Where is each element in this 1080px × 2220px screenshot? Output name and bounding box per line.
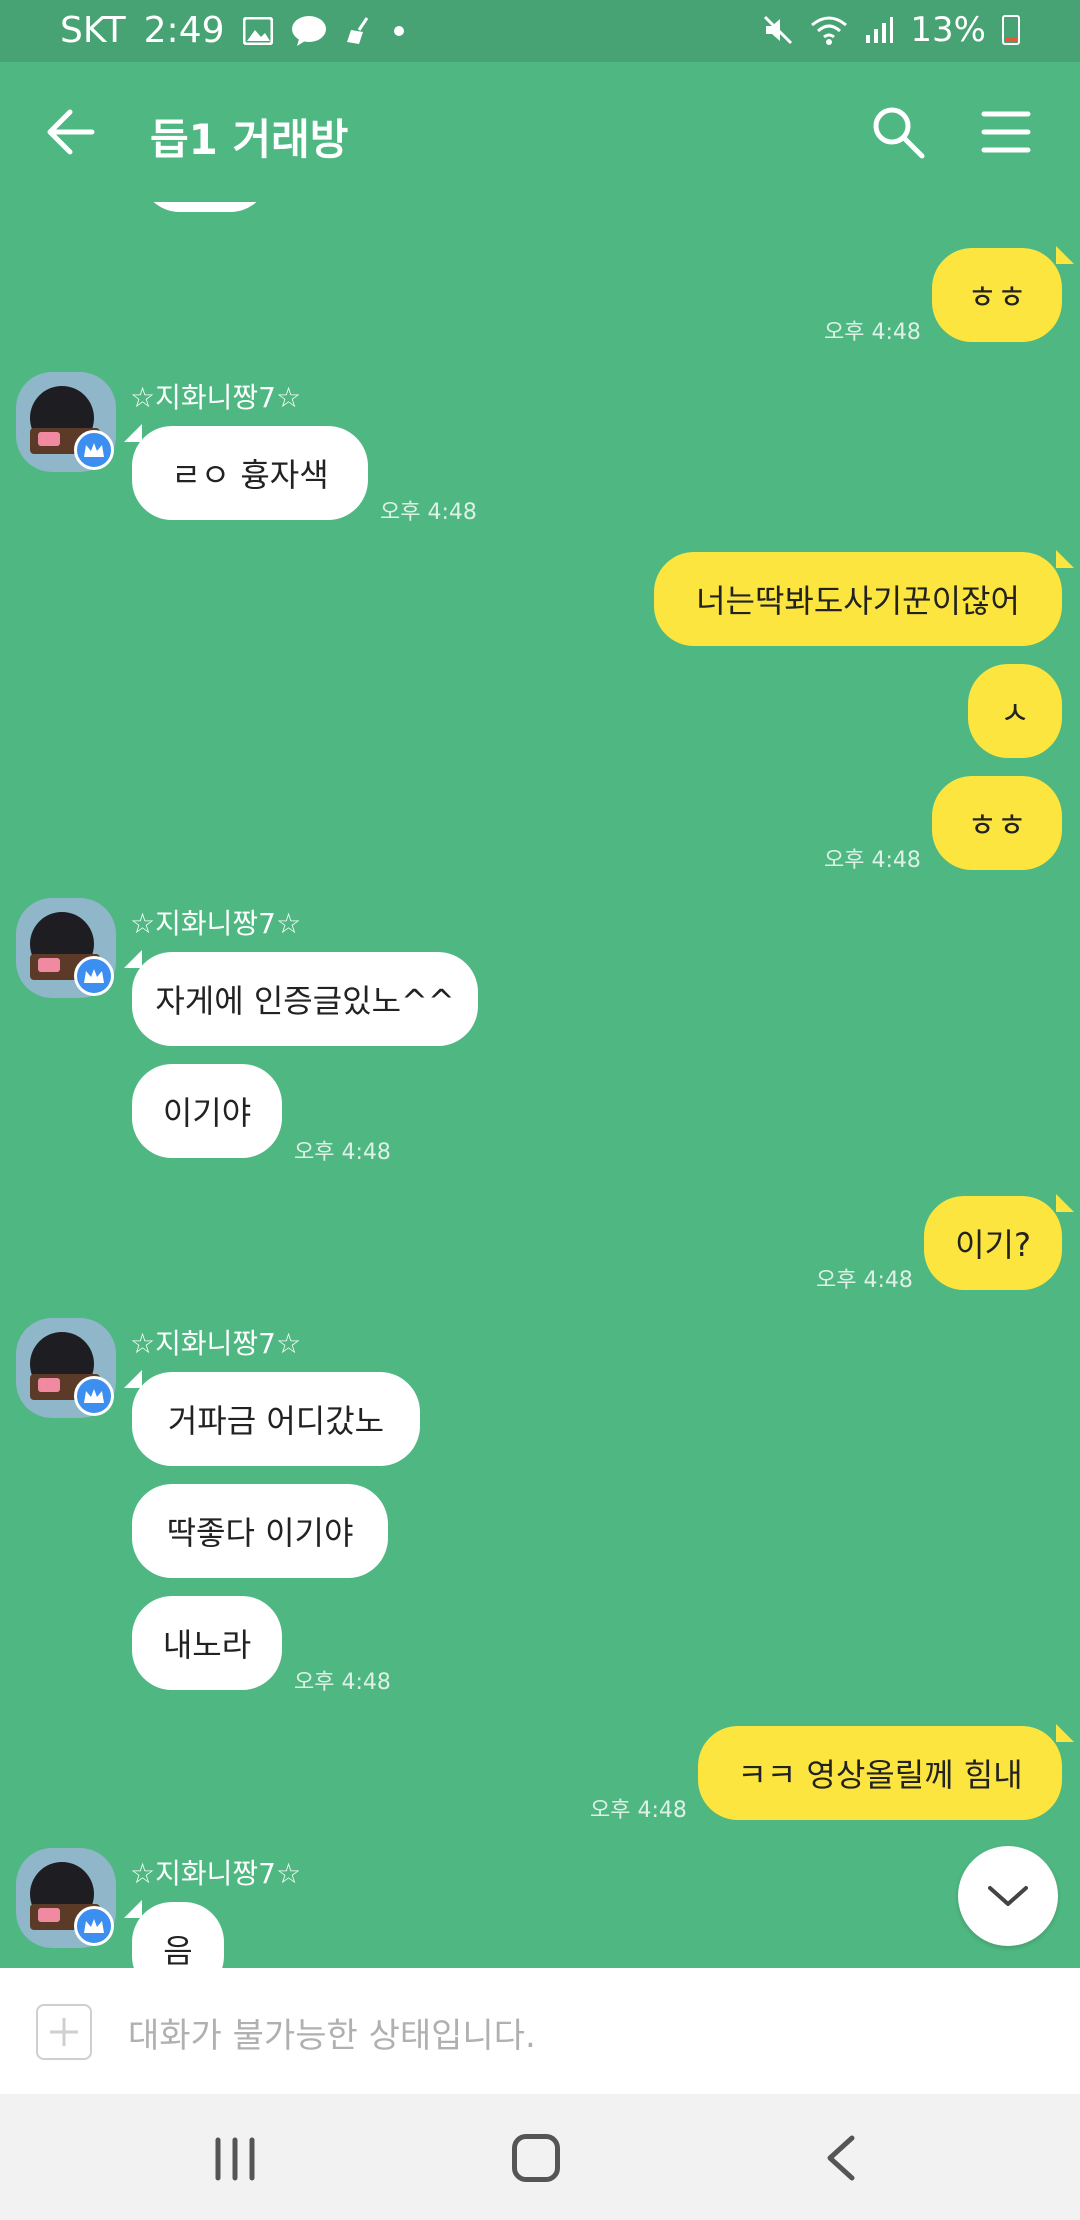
sender-name: ☆지화니짱7☆	[130, 1327, 302, 1360]
crown-icon	[74, 430, 114, 470]
message-time: 오후 4:48	[294, 1670, 391, 1695]
crown-icon	[74, 1906, 114, 1946]
carrier-label: SKT	[60, 10, 126, 51]
chat-header: 듭1 거래방	[0, 62, 1080, 202]
chat-room-title: 듭1 거래방	[150, 115, 349, 164]
sender-name: ☆지화니짱7☆	[130, 907, 302, 940]
nav-back-button[interactable]	[820, 2134, 860, 2182]
my-message: 너는딱봐도사기꾼이잖어	[654, 552, 1062, 646]
wifi-icon	[810, 14, 848, 46]
other-message: 음	[132, 1902, 224, 1968]
sender-name: ☆지화니짱7☆	[130, 1857, 302, 1890]
talk-icon	[291, 15, 327, 47]
chevron-left-icon	[827, 2135, 855, 2181]
my-message: ㅋㅋ 영상올릴께 힘내	[698, 1726, 1062, 1820]
my-message: ㅅ	[968, 664, 1062, 758]
search-button[interactable]	[870, 104, 926, 160]
sender-name: ☆지화니짱7☆	[130, 381, 302, 414]
crown-icon	[74, 956, 114, 996]
menu-button[interactable]	[980, 106, 1032, 158]
home-button[interactable]	[512, 2134, 560, 2182]
message-time: 오후 4:48	[824, 848, 921, 873]
add-attachment-button[interactable]	[36, 2004, 92, 2060]
battery-percent: 13%	[910, 10, 986, 50]
dot-icon	[393, 25, 405, 37]
arrow-left-icon	[47, 109, 95, 155]
scroll-to-bottom-button[interactable]	[958, 1846, 1058, 1946]
recent-apps-icon	[215, 2137, 255, 2181]
message-time: 오후 4:48	[816, 1268, 913, 1293]
other-message: 내노라	[132, 1596, 282, 1690]
other-message: 이기야	[132, 1064, 282, 1158]
broom-icon	[345, 16, 375, 46]
message-time: 오후 4:48	[590, 1798, 687, 1823]
chevron-down-icon	[988, 1886, 1028, 1906]
plus-icon	[50, 2018, 78, 2046]
my-message: ㅎㅎ	[932, 776, 1062, 870]
message-time: 오후 4:48	[824, 320, 921, 345]
message-input[interactable]: 대화가 불가능한 상태입니다.	[128, 2008, 536, 2057]
other-message: ㄹㅇ 흉자색	[132, 426, 368, 520]
message-time: 오후 4:48	[380, 500, 477, 525]
search-icon	[873, 107, 925, 159]
recent-apps-button[interactable]	[210, 2136, 260, 2182]
mute-icon	[762, 14, 794, 46]
other-message: 거파금 어디갔노	[132, 1372, 420, 1466]
battery-icon	[1002, 15, 1020, 45]
message-list[interactable]: ㅎㅎ 오후 4:48 ☆지화니짱7☆ ㄹㅇ 흉자색 오후 4:48 너는딱봐도사…	[0, 202, 1080, 1968]
status-bar: SKT 2:49 13%	[0, 0, 1080, 62]
partial-message	[140, 202, 270, 212]
other-message: 딱좋다 이기야	[132, 1484, 388, 1578]
back-button[interactable]	[40, 102, 106, 162]
clock: 2:49	[143, 10, 225, 51]
system-nav-bar	[0, 2094, 1080, 2220]
hamburger-icon	[981, 111, 1031, 153]
signal-icon	[864, 15, 894, 45]
gallery-icon	[242, 16, 273, 45]
crown-icon	[74, 1376, 114, 1416]
my-message: 이기?	[924, 1196, 1062, 1290]
my-message: ㅎㅎ	[932, 248, 1062, 342]
other-message: 자게에 인증글있노^^	[132, 952, 478, 1046]
message-time: 오후 4:48	[294, 1140, 391, 1165]
message-input-bar: 대화가 불가능한 상태입니다.	[0, 1968, 1080, 2094]
